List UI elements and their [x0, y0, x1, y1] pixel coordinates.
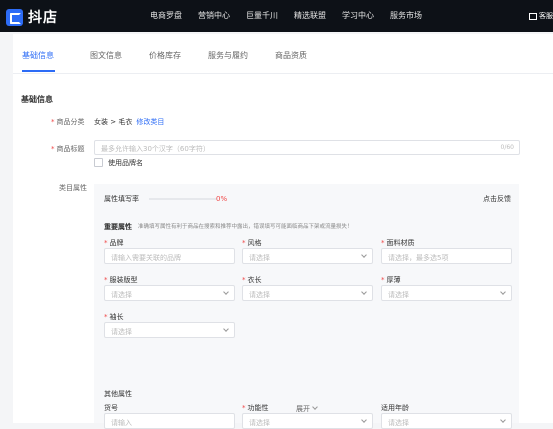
use-brand-label: 使用品牌名 — [108, 159, 143, 167]
style-label: * 风格 — [242, 239, 262, 247]
title-input[interactable]: 最多允许输入30个汉字（60字符） 0/60 — [94, 140, 520, 155]
tab-price-stock[interactable]: 价格库存 — [149, 50, 181, 61]
nav-item-service-market[interactable]: 服务市场 — [390, 10, 422, 21]
nav-item-qianchuan[interactable]: 巨量千川 — [246, 10, 278, 21]
other-attributes-title: 其他属性 — [104, 390, 132, 398]
fit-select[interactable]: 请选择 — [104, 285, 235, 301]
chevron-down-icon — [361, 252, 367, 258]
tab-service-fulfillment[interactable]: 服务与履约 — [208, 50, 248, 61]
customer-service-label: 客服 — [539, 12, 553, 20]
chevron-down-icon — [312, 404, 318, 410]
title-char-counter: 0/60 — [500, 144, 514, 151]
customer-service[interactable]: 客服 — [529, 11, 553, 21]
fill-rate-progress-bar — [149, 198, 217, 200]
logo-text: 抖店 — [28, 10, 58, 26]
active-tab-indicator — [22, 70, 55, 72]
nav-item-compass[interactable]: 电商罗盘 — [150, 10, 182, 21]
attributes-label: 类目属性 — [59, 184, 87, 192]
fabric-select[interactable]: 请选择，最多选5项 — [381, 248, 512, 264]
fabric-label: * 面料材质 — [381, 239, 415, 247]
item-number-input[interactable]: 请输入 — [104, 413, 235, 429]
top-nav: 电商罗盘 营销中心 巨量千川 精选联盟 学习中心 服务市场 — [150, 10, 438, 21]
tab-qualification[interactable]: 商品资质 — [275, 50, 307, 61]
feedback-link[interactable]: 点击反馈 — [483, 194, 511, 204]
nav-item-learning[interactable]: 学习中心 — [342, 10, 374, 21]
thickness-label: * 厚薄 — [381, 276, 401, 284]
tab-basic-info[interactable]: 基础信息 — [22, 50, 54, 61]
expand-button[interactable]: 展开 — [94, 404, 519, 414]
category-label: * 商品分类 — [51, 118, 85, 126]
sleeve-select[interactable]: 请选择 — [104, 322, 235, 338]
important-attributes-note: 准确填写属性有利于商品在搜索和推荐中露出，错误填写可能面临商品下架或流量损失！ — [138, 224, 353, 230]
brand-input[interactable]: 请输入需要关联的品牌 — [104, 248, 235, 264]
chevron-down-icon — [500, 289, 506, 295]
top-bar: 抖店 电商罗盘 营销中心 巨量千川 精选联盟 学习中心 服务市场 客服 — [0, 0, 553, 32]
brand-label: * 品牌 — [104, 239, 124, 247]
category-value: 女装 > 毛衣 修改类目 — [94, 118, 165, 126]
tab-bar: 基础信息 图文信息 价格库存 服务与履约 商品资质 — [13, 34, 553, 74]
title-label: * 商品标题 — [51, 145, 85, 153]
age-select[interactable]: 请选择 — [381, 413, 512, 429]
chevron-down-icon — [500, 417, 506, 423]
chevron-down-icon — [361, 289, 367, 295]
important-attributes-title: 重要属性 — [104, 223, 132, 231]
style-select[interactable]: 请选择 — [242, 248, 373, 264]
thickness-select[interactable]: 请选择 — [381, 285, 512, 301]
customer-service-icon — [529, 12, 537, 20]
fit-label: * 服装版型 — [104, 276, 138, 284]
fill-rate-value: 0% — [216, 195, 228, 203]
change-category-link[interactable]: 修改类目 — [136, 118, 164, 126]
tab-images-text[interactable]: 图文信息 — [90, 50, 122, 61]
product-form-card: 基础信息 图文信息 价格库存 服务与履约 商品资质 基础信息 * 商品分类 女装 … — [13, 34, 553, 429]
chevron-down-icon — [223, 326, 229, 332]
sleeve-label: * 袖长 — [104, 313, 124, 321]
nav-item-alliance[interactable]: 精选联盟 — [294, 10, 326, 21]
attributes-panel: 属性填写率 0% 点击反馈 重要属性 准确填写属性有利于商品在搜索和推荐中露出，… — [94, 184, 519, 429]
fill-rate-label: 属性填写率 — [104, 195, 139, 203]
chevron-down-icon — [361, 417, 367, 423]
chevron-down-icon — [223, 289, 229, 295]
function-select[interactable]: 请选择 — [242, 413, 373, 429]
use-brand-checkbox[interactable] — [94, 158, 103, 167]
logo-icon — [6, 8, 23, 26]
section-title: 基础信息 — [21, 95, 53, 104]
length-select[interactable]: 请选择 — [242, 285, 373, 301]
length-label: * 衣长 — [242, 276, 262, 284]
nav-item-marketing[interactable]: 营销中心 — [198, 10, 230, 21]
logo[interactable]: 抖店 — [6, 7, 58, 27]
